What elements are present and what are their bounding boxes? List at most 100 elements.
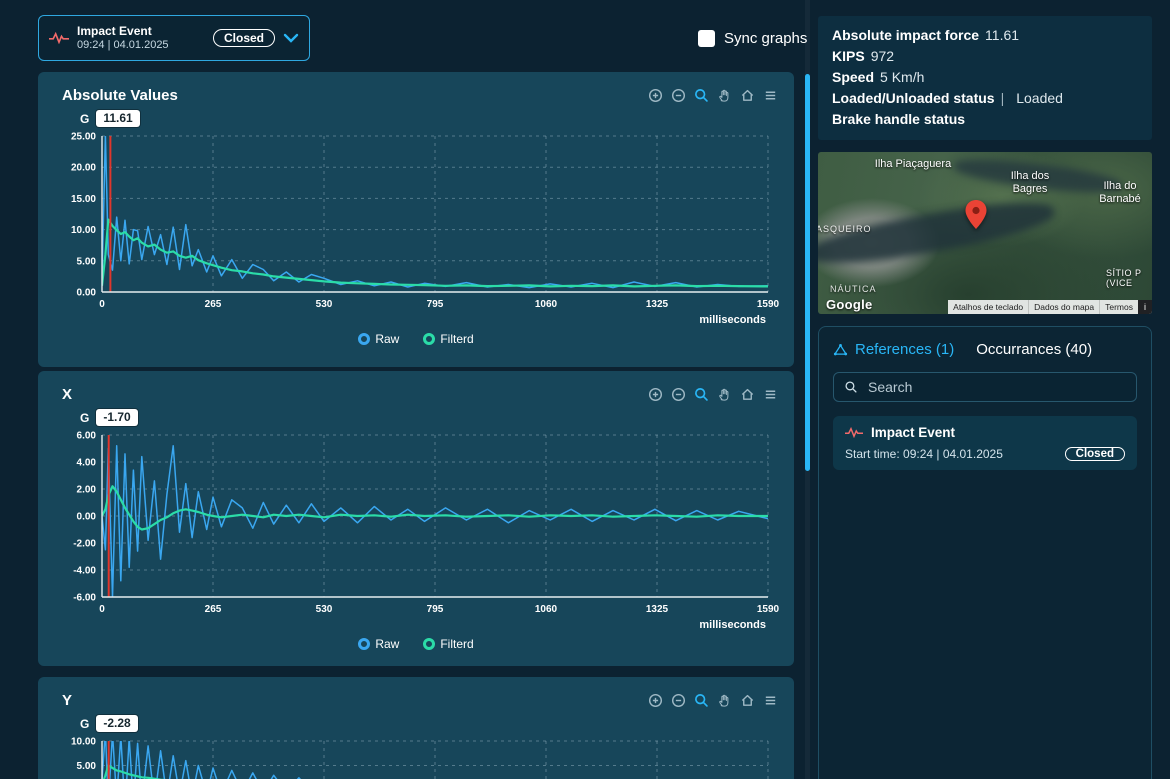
search-input[interactable]	[866, 378, 1126, 396]
svg-text:20.00: 20.00	[71, 163, 96, 174]
zoom-out-icon[interactable]	[671, 88, 686, 103]
cursor-value-badge: 11.61	[96, 110, 140, 127]
menu-icon[interactable]	[763, 387, 778, 402]
zoom-in-icon[interactable]	[648, 387, 663, 402]
event-title: Impact Event	[77, 24, 152, 39]
scrollbar-thumb[interactable]	[805, 74, 810, 471]
zoom-tool-icon[interactable]	[694, 88, 709, 103]
chevron-down-icon[interactable]	[283, 33, 299, 43]
map-attr-link[interactable]: Atalhos de teclado	[948, 300, 1028, 314]
map-label: Ilha Piaçaguera	[874, 158, 952, 170]
chart-title: Absolute Values	[62, 86, 178, 104]
reset-view-icon[interactable]	[740, 693, 755, 708]
y-axis-unit: G	[80, 410, 90, 425]
zoom-in-icon[interactable]	[648, 693, 663, 708]
legend-label: Filterd	[440, 332, 474, 346]
references-icon	[833, 343, 848, 356]
pan-tool-icon[interactable]	[717, 693, 732, 708]
info-value: 972	[870, 48, 895, 64]
legend-item-filtered[interactable]: Filterd	[423, 332, 474, 346]
chart-panel-header: X	[50, 383, 782, 405]
menu-icon[interactable]	[763, 88, 778, 103]
chart-panel-x: X G -1.70 0 265 530 795 1060 1325 1590 6.00 4.00…	[38, 371, 794, 666]
chart-modebar	[648, 693, 778, 708]
svg-text:5.00: 5.00	[77, 256, 97, 267]
app-root: Impact Event 09:24 | 04.01.2025 Closed S…	[0, 0, 1170, 779]
chart-legend: Raw Filterd	[50, 637, 782, 651]
svg-text:265: 265	[205, 604, 222, 615]
svg-text:10.00: 10.00	[71, 737, 96, 748]
svg-text:2.00: 2.00	[77, 485, 97, 496]
tab-references-label: References (1)	[855, 341, 955, 358]
info-label: Speed	[832, 69, 875, 85]
map-label: SÍTIO P (VICE	[1106, 268, 1142, 289]
chart-plot-area[interactable]: 0 265 530 795 1060 1325 1590 25.00 20.00 15.00 10.…	[50, 130, 782, 314]
event-selector[interactable]: Impact Event 09:24 | 04.01.2025 Closed	[38, 15, 310, 61]
info-value: 11.61	[985, 27, 1020, 43]
tab-occurrences[interactable]: Occurrances (40)	[976, 341, 1092, 358]
legend-label: Filterd	[440, 637, 474, 651]
svg-text:-6.00: -6.00	[73, 593, 96, 604]
zoom-in-icon[interactable]	[648, 88, 663, 103]
svg-text:10.00: 10.00	[71, 225, 96, 236]
legend-item-raw[interactable]: Raw	[358, 332, 399, 346]
legend-item-filtered[interactable]: Filterd	[423, 637, 474, 651]
pan-tool-icon[interactable]	[717, 88, 732, 103]
reset-view-icon[interactable]	[740, 387, 755, 402]
chart-modebar	[648, 387, 778, 402]
svg-text:0: 0	[99, 604, 105, 615]
map-info-icon[interactable]: i	[1138, 300, 1152, 314]
map-attr-link[interactable]: Termos	[1099, 300, 1138, 314]
occurrences-panel: References (1) Occurrances (40) Impact E…	[818, 326, 1152, 779]
occurrence-title: Impact Event	[871, 425, 956, 440]
reset-view-icon[interactable]	[740, 88, 755, 103]
svg-text:530: 530	[316, 299, 333, 310]
x-axis-label: milliseconds	[699, 314, 766, 326]
map-attr-link[interactable]: Dados do mapa	[1028, 300, 1099, 314]
zoom-tool-icon[interactable]	[694, 387, 709, 402]
chart-panel-y: Y G -2.28 026553079510601325159010.005.0…	[38, 677, 794, 779]
occurrence-card-header: Impact Event	[845, 425, 1125, 440]
svg-text:265: 265	[205, 299, 222, 310]
x-axis-label: milliseconds	[699, 619, 766, 631]
cursor-value-badge: -1.70	[96, 409, 138, 426]
svg-text:1060: 1060	[535, 604, 558, 615]
svg-text:6.00: 6.00	[77, 431, 97, 442]
chart-plot-area[interactable]: 026553079510601325159010.005.000.00-5.00…	[50, 735, 782, 779]
search-box[interactable]	[833, 372, 1137, 402]
info-label: Absolute impact force	[832, 27, 980, 43]
legend-label: Raw	[375, 332, 400, 346]
map-label: Ilha do Barnabé	[1099, 180, 1141, 205]
sync-graphs-control[interactable]: Sync graphs	[698, 30, 807, 47]
occurrence-card[interactable]: Impact Event Start time: 09:24 | 04.01.2…	[833, 416, 1137, 470]
svg-text:-4.00: -4.00	[73, 566, 96, 577]
filtered-series-dot	[423, 333, 436, 345]
chart-legend: Raw Filterd	[50, 332, 782, 346]
map-label: NÁUTICA	[830, 284, 877, 294]
cursor-value-badge: -2.28	[96, 715, 138, 732]
cursor-readout: G -1.70	[80, 408, 782, 427]
zoom-out-icon[interactable]	[671, 387, 686, 402]
chart-panel-header: Y	[50, 689, 782, 711]
pan-tool-icon[interactable]	[717, 387, 732, 402]
info-row: Speed 5 Km/h	[832, 67, 1138, 88]
occurrence-start-time: Start time: 09:24 | 04.01.2025	[845, 447, 1003, 461]
map[interactable]: Ilha Piaçaguera Ilha dos Bagres Ilha do …	[818, 152, 1152, 314]
sync-graphs-checkbox[interactable]	[698, 30, 715, 47]
svg-text:15.00: 15.00	[71, 194, 96, 205]
svg-text:-2.00: -2.00	[73, 539, 96, 550]
tab-references[interactable]: References (1)	[833, 341, 954, 358]
occurrence-card-footer: Start time: 09:24 | 04.01.2025 Closed	[845, 447, 1125, 461]
svg-text:1590: 1590	[757, 299, 780, 310]
chart-plot-area[interactable]: 0 265 530 795 1060 1325 1590 6.00 4.00 2.00 0.00 -2…	[50, 429, 782, 619]
legend-item-raw[interactable]: Raw	[358, 637, 399, 651]
zoom-out-icon[interactable]	[671, 693, 686, 708]
y-axis-unit: G	[80, 111, 90, 126]
event-subtitle: 09:24 | 04.01.2025	[77, 38, 169, 51]
menu-icon[interactable]	[763, 693, 778, 708]
info-row: Loaded/Unloaded status | Loaded	[832, 88, 1138, 109]
zoom-tool-icon[interactable]	[694, 693, 709, 708]
map-pin-icon[interactable]	[965, 200, 987, 230]
svg-text:0.00: 0.00	[77, 512, 97, 523]
waveform-icon	[49, 32, 69, 44]
